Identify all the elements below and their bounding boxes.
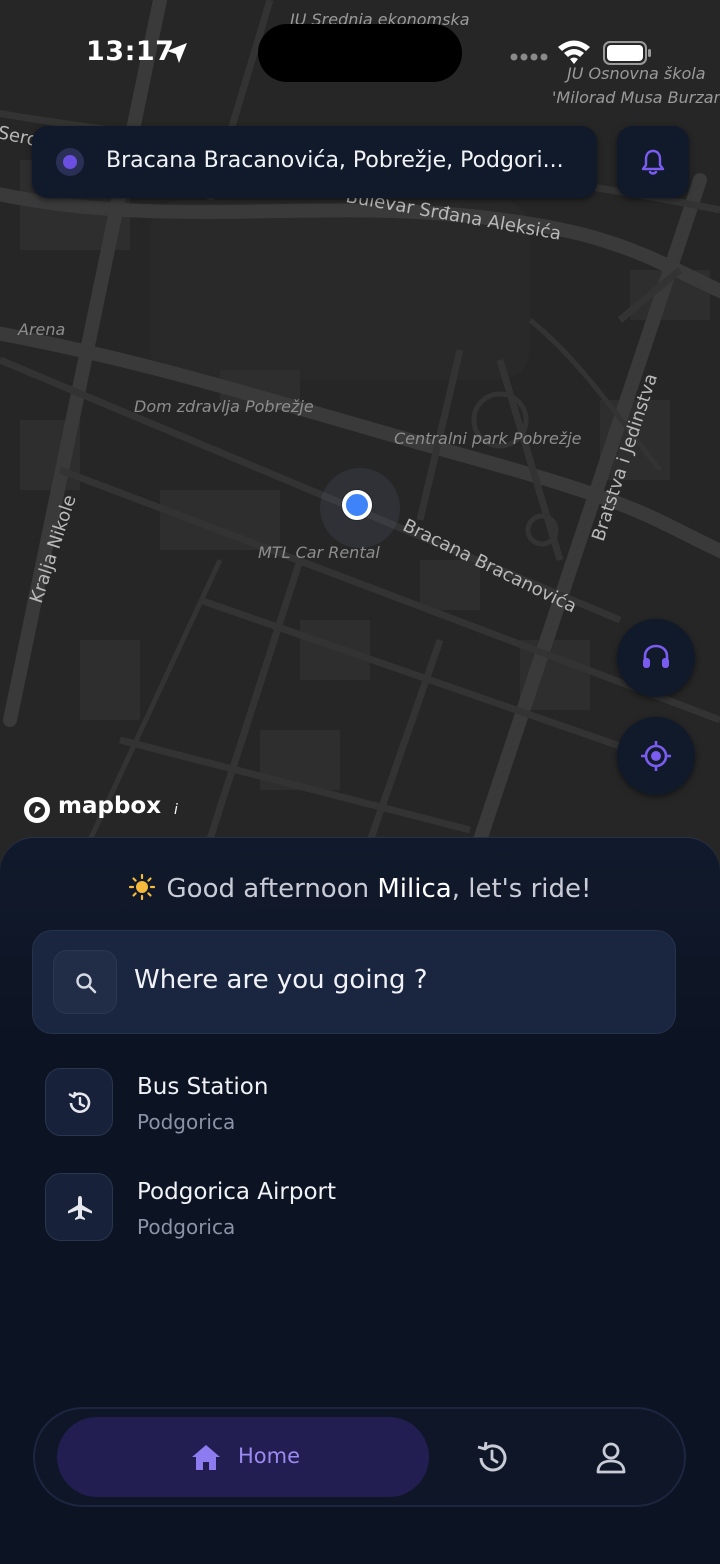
place-title: Podgorica Airport <box>137 1179 337 1205</box>
sun-icon <box>128 874 155 900</box>
status-bar: 13:17 <box>0 0 720 110</box>
location-arrow-icon <box>167 43 187 63</box>
current-address-bar[interactable]: Bracana Bracanovića, Pobrežje, Podgori..… <box>32 126 597 198</box>
place-subtitle: Podgorica <box>137 1215 236 1239</box>
place-subtitle: Podgorica <box>137 1110 236 1134</box>
headset-icon <box>643 644 669 668</box>
status-time: 13:17 <box>86 36 175 67</box>
greeting-suffix: , let's ride! <box>451 874 592 904</box>
search-icon-container <box>53 950 117 1014</box>
recenter-location-button[interactable] <box>617 717 695 795</box>
dynamic-island <box>258 24 462 82</box>
place-title: Bus Station <box>137 1074 269 1100</box>
tab-home[interactable]: Home <box>57 1417 429 1497</box>
place-icon-box <box>45 1173 113 1241</box>
tab-history[interactable] <box>473 1439 511 1477</box>
history-icon <box>68 1091 91 1113</box>
user-location-dot <box>342 490 372 520</box>
map-info-button[interactable]: i <box>174 802 178 818</box>
battery-icon <box>603 41 651 65</box>
search-icon <box>76 973 97 994</box>
notifications-button[interactable] <box>617 126 689 198</box>
current-address-text: Bracana Bracanovića, Pobrežje, Podgori..… <box>106 148 564 173</box>
tab-profile[interactable] <box>592 1439 630 1477</box>
bottom-tab-bar: Home <box>33 1407 686 1507</box>
home-icon <box>192 1445 220 1470</box>
address-pin-icon <box>56 148 84 176</box>
bell-icon <box>641 149 665 175</box>
wifi-icon <box>558 40 590 64</box>
map-label-dom-zdravlja: Dom zdravlja Pobrežje <box>134 397 314 416</box>
suggested-place-item[interactable]: Podgorica Airport Podgorica <box>44 1173 684 1245</box>
greeting: Good afternoon Milica, let's ride! <box>0 874 720 904</box>
place-icon-box <box>45 1068 113 1136</box>
map-view[interactable]: JU Srednja ekonomska JU Osnovna škola 'M… <box>0 0 720 870</box>
map-label-centralni-park: Centralni park Pobrežje <box>394 429 582 448</box>
support-button[interactable] <box>617 619 695 697</box>
airplane-icon <box>68 1196 92 1220</box>
greeting-prefix: Good afternoon <box>166 874 370 904</box>
search-placeholder: Where are you going ? <box>134 965 428 995</box>
tab-home-label: Home <box>238 1444 301 1468</box>
destination-search-box[interactable]: Where are you going ? <box>32 930 676 1034</box>
recent-place-item[interactable]: Bus Station Podgorica <box>44 1068 684 1140</box>
cellular-signal-icon <box>510 53 548 61</box>
greeting-user-name: Milica <box>377 874 452 904</box>
mapbox-mark-icon <box>24 797 50 823</box>
map-label-arena: Arena <box>18 320 66 339</box>
crosshair-icon <box>641 741 671 771</box>
mapbox-wordmark: mapbox <box>58 793 162 819</box>
